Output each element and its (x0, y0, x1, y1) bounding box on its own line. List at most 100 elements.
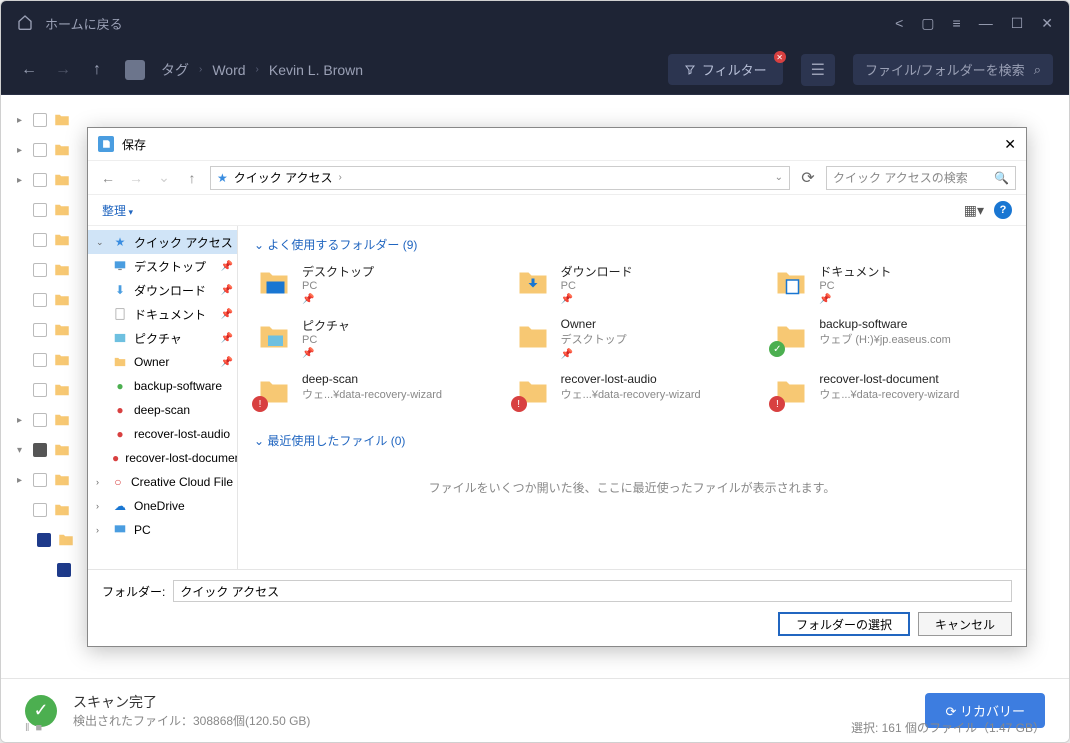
save-dialog: 保存 ✕ ← → ⌄ ↑ ★ クイック アクセス › ⌄ ⟳ クイック アクセス… (87, 127, 1027, 647)
help-button[interactable]: ? (994, 201, 1012, 219)
sidebar-downloads[interactable]: ⬇ ダウンロード 📌 (88, 278, 237, 302)
sidebar-label: ピクチャ (134, 330, 182, 347)
folder-input[interactable] (173, 580, 1012, 602)
dialog-recent-button[interactable]: ⌄ (154, 169, 174, 186)
sidebar-label: backup-software (134, 379, 222, 393)
cancel-button[interactable]: キャンセル (918, 612, 1012, 636)
dialog-up-button[interactable]: ↑ (182, 170, 202, 186)
sidebar-pc[interactable]: › PC (88, 518, 237, 542)
folder-item[interactable]: !recover-lost-audioウェ...¥data-recovery-w… (513, 372, 752, 412)
folder-icon (254, 317, 294, 357)
view-mode-button[interactable]: ☰ (801, 54, 835, 86)
forward-button[interactable]: → (51, 61, 75, 79)
back-button[interactable]: ← (17, 61, 41, 79)
up-button[interactable]: ↑ (85, 61, 109, 79)
folder-item[interactable]: !recover-lost-documentウェ...¥data-recover… (771, 372, 1010, 412)
folder-item[interactable]: Ownerデスクトップ📌 (513, 317, 752, 360)
folder-name: Owner (561, 317, 627, 331)
sidebar-desktop[interactable]: デスクトップ 📌 (88, 254, 237, 278)
folder-icon: ✓ (771, 317, 811, 357)
crumb-author[interactable]: Kevin L. Brown (269, 62, 363, 78)
dialog-back-button[interactable]: ← (98, 170, 118, 186)
home-label[interactable]: ホームに戻る (45, 14, 123, 33)
maximize-icon[interactable]: ☐ (1011, 15, 1024, 32)
folder-icon (771, 263, 811, 303)
folder-name: ピクチャ (302, 317, 350, 334)
path-text: クイック アクセス (234, 169, 333, 186)
sidebar-documents[interactable]: ドキュメント 📌 (88, 302, 237, 326)
sidebar-label: recover-lost-audio (134, 427, 230, 441)
dialog-close-button[interactable]: ✕ (1004, 136, 1016, 153)
tag-label[interactable]: タグ (161, 60, 189, 80)
folder-name: デスクトップ (302, 263, 374, 280)
folder-location: PC (302, 334, 350, 346)
folder-item[interactable]: ダウンロードPC📌 (513, 263, 752, 305)
folder-location: デスクトップ (561, 331, 627, 347)
selection-info: 選択: 161 個のファイル（1.47 GB） (851, 719, 1045, 736)
search-placeholder: ファイル/フォルダーを検索 (865, 60, 1025, 79)
stop-icon[interactable]: ■ (36, 722, 43, 734)
dropdown-icon[interactable]: ⌄ (775, 172, 783, 183)
path-box[interactable]: ★ クイック アクセス › ⌄ (210, 166, 790, 190)
folder-icon: ! (513, 372, 553, 412)
pause-icon[interactable]: ‖ (25, 722, 30, 734)
minimize-icon[interactable]: — (979, 15, 993, 32)
select-folder-button[interactable]: フォルダーの選択 (778, 612, 910, 636)
view-options-button[interactable]: ▦▾ (964, 202, 984, 219)
organize-button[interactable]: 整理 (102, 202, 133, 219)
folder-item[interactable]: ドキュメントPC📌 (771, 263, 1010, 305)
folder-item[interactable]: ピクチャPC 📌 (254, 317, 493, 360)
sidebar-label: ドキュメント (134, 306, 206, 323)
sidebar-recover-doc[interactable]: ● recover-lost-document (88, 446, 237, 470)
sidebar-backup[interactable]: ● backup-software (88, 374, 237, 398)
menu-icon[interactable]: ≡ (953, 15, 961, 32)
home-icon[interactable] (17, 14, 33, 33)
section-recent-files[interactable]: 最近使用したファイル (0) (254, 432, 1010, 449)
sidebar-label: Creative Cloud File (131, 475, 233, 489)
folder-icon (513, 317, 553, 357)
filter-icon (684, 64, 696, 76)
sidebar-label: recover-lost-document (125, 451, 237, 465)
sidebar-owner[interactable]: Owner 📌 (88, 350, 237, 374)
app-window: ホームに戻る < ▢ ≡ — ☐ ✕ ← → ↑ タグ › Word › Kev… (0, 0, 1070, 743)
folder-grid: デスクトップPC📌ダウンロードPC📌ドキュメントPC📌ピクチャPC📌Ownerデ… (254, 263, 1010, 412)
dialog-title-text: 保存 (122, 136, 146, 153)
sidebar-deep-scan[interactable]: ● deep-scan (88, 398, 237, 422)
dialog-nav: ← → ⌄ ↑ ★ クイック アクセス › ⌄ ⟳ クイック アクセスの検索 🔍 (88, 160, 1026, 194)
sidebar-pictures[interactable]: ピクチャ 📌 (88, 326, 237, 350)
folder-location: PC (561, 280, 633, 292)
dialog-search-box[interactable]: クイック アクセスの検索 🔍 (826, 166, 1016, 190)
filter-label: フィルター (702, 60, 767, 79)
box-icon[interactable]: ▢ (921, 15, 934, 32)
search-icon: ⌕ (1034, 62, 1041, 78)
folder-icon (513, 263, 553, 303)
filter-badge: ✕ (774, 51, 786, 63)
main-pane: よく使用するフォルダー (9) デスクトップPC📌ダウンロードPC📌ドキュメント… (238, 226, 1026, 569)
sidebar-onedrive[interactable]: ›☁ OneDrive (88, 494, 237, 518)
close-icon[interactable]: ✕ (1041, 15, 1053, 32)
pin-icon: 📌 (221, 309, 233, 320)
search-box[interactable]: ファイル/フォルダーを検索 ⌕ (853, 54, 1053, 85)
pin-icon: 📌 (302, 348, 350, 359)
dialog-sidebar: ⌄★ クイック アクセス デスクトップ 📌 ⬇ ダウンロード 📌 ドキュメント … (88, 226, 238, 569)
pin-icon: 📌 (221, 285, 233, 296)
folder-icon: ! (771, 372, 811, 412)
crumb-word[interactable]: Word (212, 62, 245, 78)
refresh-button[interactable]: ⟳ (798, 168, 818, 188)
folder-location: ウェ...¥data-recovery-wizard (561, 386, 701, 402)
sidebar-label: Owner (134, 355, 169, 369)
sidebar-quick-access[interactable]: ⌄★ クイック アクセス (88, 230, 237, 254)
sidebar-recover-audio[interactable]: ● recover-lost-audio (88, 422, 237, 446)
dialog-forward-button[interactable]: → (126, 170, 146, 186)
folder-item[interactable]: デスクトップPC📌 (254, 263, 493, 305)
share-icon[interactable]: < (895, 15, 903, 32)
folder-name: backup-software (819, 317, 950, 331)
filter-button[interactable]: フィルター ✕ (668, 54, 783, 85)
search-icon: 🔍 (994, 171, 1009, 185)
folder-name: deep-scan (302, 372, 442, 386)
folder-name: ダウンロード (561, 263, 633, 280)
section-frequent-folders[interactable]: よく使用するフォルダー (9) (254, 236, 1010, 253)
folder-item[interactable]: ✓backup-softwareウェブ (H:)¥jp.easeus.com (771, 317, 1010, 360)
folder-item[interactable]: !deep-scanウェ...¥data-recovery-wizard (254, 372, 493, 412)
sidebar-creative-cloud[interactable]: ›○ Creative Cloud File (88, 470, 237, 494)
